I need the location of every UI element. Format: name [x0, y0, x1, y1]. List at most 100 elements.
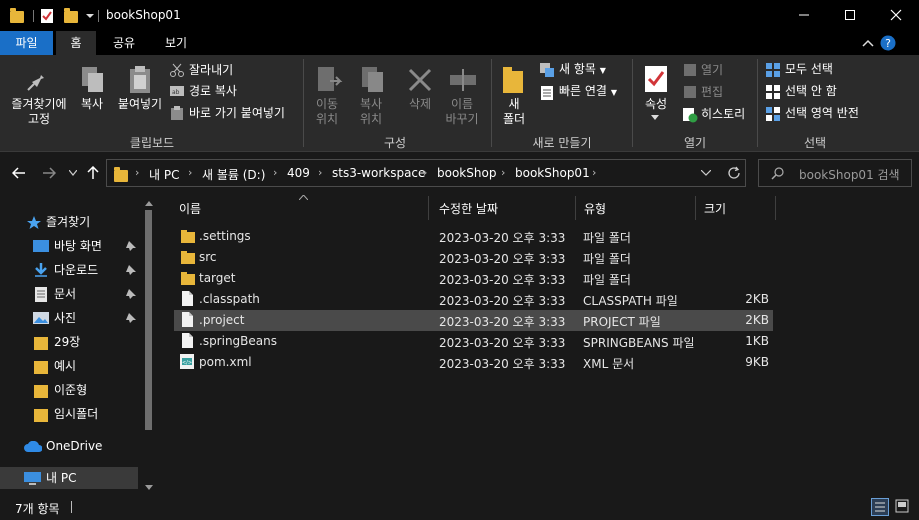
nav-item-this-pc[interactable]: 내 PC — [0, 467, 138, 489]
breadcrumb-409[interactable]: 409 — [287, 166, 310, 180]
breadcrumb-separator: › — [423, 166, 428, 179]
nav-scrollbar[interactable] — [140, 196, 157, 494]
details-view-icon — [875, 502, 885, 512]
details-view-button[interactable] — [871, 498, 889, 516]
file-name: target — [199, 271, 236, 285]
file-row[interactable]: .springBeans 2023-03-20 오후 3:33 SPRINGBE… — [174, 331, 773, 352]
file-row[interactable]: </> pom.xml 2023-03-20 오후 3:33 XML 문서 9K… — [174, 352, 773, 373]
invert-selection-button[interactable]: 선택 영역 반전 — [785, 104, 859, 122]
new-folder-icon[interactable] — [64, 8, 78, 23]
easy-access-button[interactable]: 빠른 연결 ▼ — [559, 82, 617, 100]
new-item-button[interactable]: 새 항목 ▼ — [559, 60, 606, 78]
breadcrumb-separator: › — [592, 166, 597, 179]
nav-item-example[interactable]: 예시 — [0, 355, 146, 377]
file-size: 9KB — [745, 355, 769, 369]
select-all-button[interactable]: 모두 선택 — [785, 60, 833, 78]
file-date: 2023-03-20 오후 3:33 — [439, 357, 566, 371]
minimize-icon — [799, 14, 809, 16]
tab-file[interactable]: 파일 — [0, 31, 53, 55]
scroll-up-icon — [145, 201, 153, 206]
history-button[interactable]: 히스토리 — [701, 105, 745, 123]
nav-item-pictures[interactable]: 사진 — [0, 307, 146, 329]
forward-arrow-icon[interactable] — [42, 167, 56, 179]
file-row[interactable]: target 2023-03-20 오후 3:33 파일 폴더 — [174, 268, 773, 289]
close-button[interactable] — [873, 0, 919, 31]
up-arrow-icon[interactable] — [87, 166, 99, 180]
file-row[interactable]: .classpath 2023-03-20 오후 3:33 CLASSPATH … — [174, 289, 773, 310]
copy-button[interactable]: 복사 — [76, 97, 108, 112]
file-type: 파일 폴더 — [583, 252, 631, 266]
large-icons-view-button[interactable] — [894, 498, 912, 516]
folder-icon — [181, 272, 195, 285]
qat-dropdown-icon[interactable] — [86, 12, 94, 20]
copy-to-button[interactable]: 복사 위치 — [352, 97, 390, 127]
column-divider[interactable] — [695, 196, 696, 220]
address-dropdown-icon[interactable] — [701, 170, 711, 177]
breadcrumb-bookshop[interactable]: bookShop — [437, 166, 496, 180]
breadcrumb-separator: › — [501, 166, 506, 179]
new-item-icon — [540, 63, 554, 77]
clipboard-group-label: 클립보드 — [129, 136, 175, 150]
collapse-ribbon-icon[interactable] — [862, 39, 874, 47]
file-name: .springBeans — [199, 334, 277, 348]
column-divider[interactable] — [428, 196, 429, 220]
delete-button[interactable]: 삭제 — [400, 97, 440, 112]
status-separator — [71, 501, 72, 513]
column-divider[interactable] — [775, 196, 776, 220]
breadcrumb-drive[interactable]: 새 볼륨 (D:) — [202, 166, 265, 183]
minimize-button[interactable] — [781, 0, 827, 31]
file-type: 파일 폴더 — [583, 231, 631, 245]
move-to-icon — [316, 65, 344, 95]
select-none-button[interactable]: 선택 안 함 — [785, 82, 837, 100]
maximize-button[interactable] — [827, 0, 873, 31]
open-button[interactable]: 열기 — [701, 61, 723, 79]
address-bar[interactable]: › 내 PC › 새 볼륨 (D:) › 409 › sts3-workspac… — [106, 159, 746, 187]
scroll-thumb[interactable] — [145, 210, 152, 430]
cut-button[interactable]: 잘라내기 — [189, 61, 233, 79]
search-input[interactable]: bookShop01 검색 — [758, 159, 912, 187]
column-header-size[interactable]: 크기 — [704, 200, 726, 217]
new-group-label: 새로 만들기 — [532, 136, 592, 150]
help-icon[interactable]: ? — [880, 35, 896, 51]
tab-view[interactable]: 보기 — [156, 31, 196, 55]
column-header-type[interactable]: 유형 — [584, 200, 606, 217]
back-arrow-icon[interactable] — [12, 167, 26, 179]
refresh-icon[interactable] — [727, 166, 741, 180]
folder-icon — [34, 337, 48, 350]
organize-group-label: 구성 — [383, 136, 407, 150]
column-divider[interactable] — [575, 196, 576, 220]
column-header-modified[interactable]: 수정한 날짜 — [439, 200, 498, 217]
column-header-name[interactable]: 이름 — [179, 200, 201, 217]
new-folder-button[interactable]: 새 폴더 — [496, 97, 532, 127]
properties-button[interactable]: 속성 — [638, 97, 674, 112]
copy-icon — [80, 65, 106, 95]
file-icon — [182, 333, 193, 348]
nav-item-temp-folder[interactable]: 임시폴더 — [0, 403, 146, 425]
file-row[interactable]: src 2023-03-20 오후 3:33 파일 폴더 — [174, 247, 773, 268]
nav-item-29[interactable]: 29장 — [0, 331, 146, 353]
tab-share[interactable]: 공유 — [104, 31, 144, 55]
file-row-selected[interactable]: .project 2023-03-20 오후 3:33 PROJECT 파일 2… — [174, 310, 773, 331]
properties-dropdown-icon[interactable] — [651, 115, 659, 121]
properties-icon[interactable] — [40, 8, 54, 24]
nav-item-desktop[interactable]: 바탕 화면 — [0, 235, 146, 257]
nav-item-documents[interactable]: 문서 — [0, 283, 146, 305]
nav-item-user-folder[interactable]: 이준형 — [0, 379, 146, 401]
file-row[interactable]: .settings 2023-03-20 오후 3:33 파일 폴더 — [174, 226, 773, 247]
rename-button[interactable]: 이름 바꾸기 — [442, 97, 482, 127]
breadcrumb-my-pc[interactable]: 내 PC — [149, 166, 179, 183]
tab-home[interactable]: 홈 — [56, 31, 96, 55]
move-to-button[interactable]: 이동 위치 — [308, 97, 346, 127]
breadcrumb-sts3-workspace[interactable]: sts3-workspace — [332, 166, 425, 180]
paste-shortcut-button[interactable]: 바로 가기 붙여넣기 — [189, 104, 285, 122]
breadcrumb-bookshop01[interactable]: bookShop01 — [515, 166, 590, 180]
recent-locations-icon[interactable] — [69, 170, 77, 176]
delete-icon — [407, 67, 433, 93]
nav-item-downloads[interactable]: 다운로드 — [0, 259, 146, 281]
edit-button[interactable]: 편집 — [701, 83, 723, 101]
pin-quick-access-button[interactable]: 즐겨찾기에 고정 — [6, 97, 72, 127]
nav-item-onedrive[interactable]: OneDrive — [0, 435, 146, 457]
copy-path-button[interactable]: 경로 복사 — [189, 82, 237, 100]
paste-button[interactable]: 붙여넣기 — [114, 97, 166, 112]
nav-item-quick-access[interactable]: 즐겨찾기 — [0, 211, 146, 233]
